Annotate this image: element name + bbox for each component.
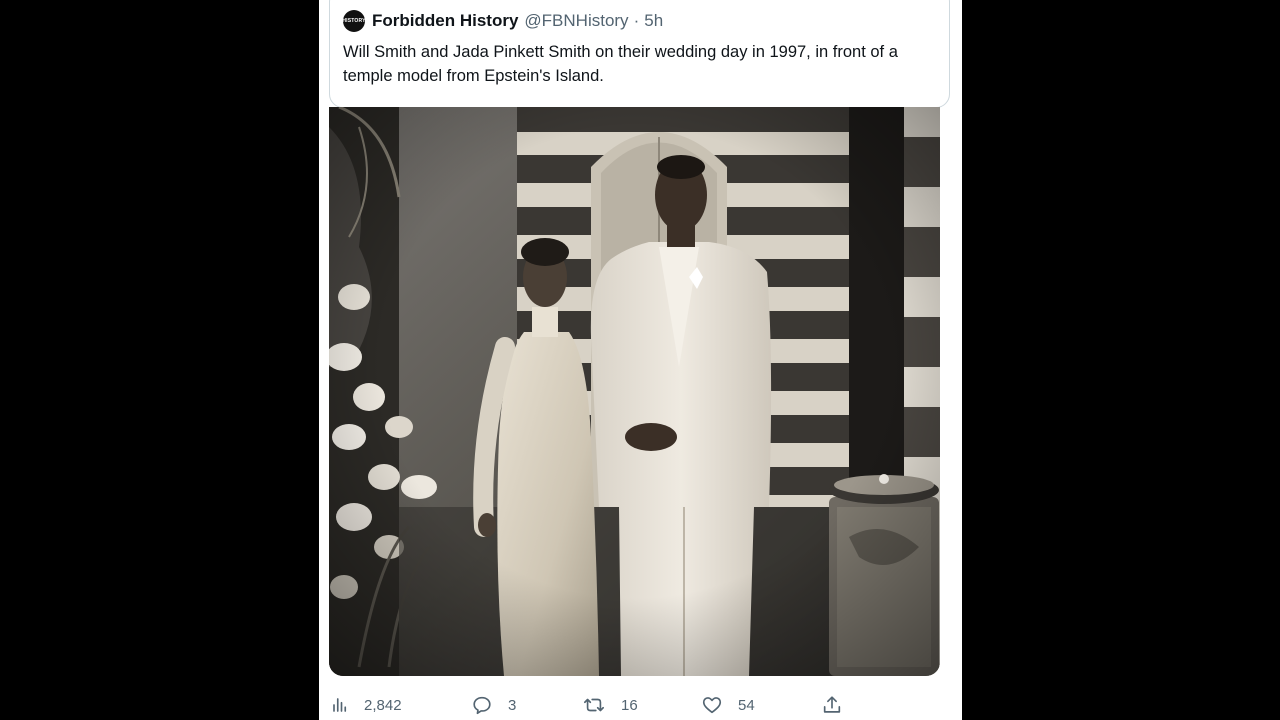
retweet-icon xyxy=(584,698,604,712)
tweet-text: Will Smith and Jada Pinkett Smith on the… xyxy=(343,43,898,85)
comment-bubble-icon xyxy=(473,696,491,715)
display-name[interactable]: Forbidden History xyxy=(372,11,518,31)
like-action[interactable]: 54 xyxy=(701,690,755,720)
views-action[interactable]: 2,842 xyxy=(331,690,402,720)
wedding-photo-image xyxy=(329,107,940,676)
tweet-photo[interactable] xyxy=(329,107,940,676)
avatar[interactable]: HISTORY xyxy=(342,10,365,32)
reply-action[interactable]: 3 xyxy=(471,690,516,720)
reply-count: 3 xyxy=(508,696,517,714)
retweet-count: 16 xyxy=(621,696,638,714)
video-frame: HISTORY Forbidden History @FBNHistory · … xyxy=(0,0,1280,720)
bar-chart-icon xyxy=(333,698,347,712)
timestamp[interactable]: 5h xyxy=(644,11,663,31)
share-upload-icon xyxy=(823,696,841,713)
views-count: 2,842 xyxy=(364,696,402,714)
tweet-actions: 2,842 3 16 54 xyxy=(319,690,962,720)
like-count: 54 xyxy=(738,696,755,714)
retweet-action[interactable]: 16 xyxy=(582,690,638,720)
tweet-screenshot: HISTORY Forbidden History @FBNHistory · … xyxy=(319,0,962,720)
handle[interactable]: @FBNHistory xyxy=(524,11,628,31)
share-action[interactable] xyxy=(821,690,858,720)
separator-dot: · xyxy=(633,11,640,30)
tweet-header: HISTORY Forbidden History @FBNHistory · … xyxy=(342,10,663,32)
heart-icon xyxy=(702,697,722,714)
